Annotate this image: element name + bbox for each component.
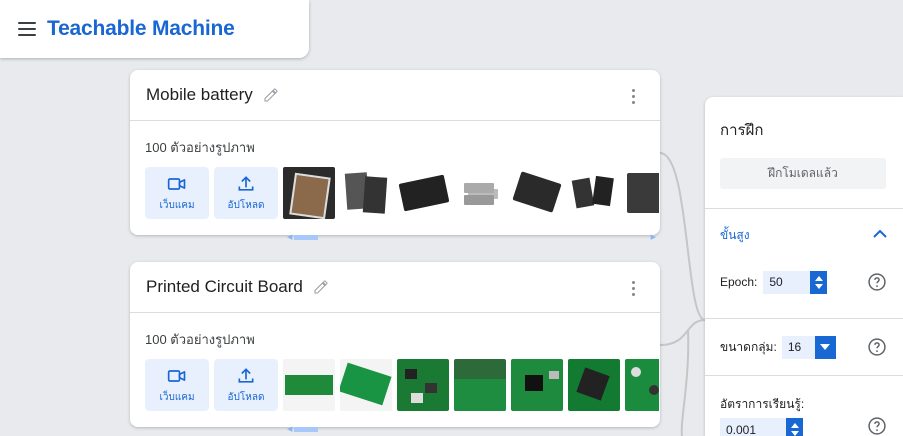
sample-thumbnail[interactable]: [340, 167, 392, 219]
sample-thumbnail[interactable]: [625, 359, 659, 411]
sample-thumbnail[interactable]: [397, 167, 449, 219]
learning-rate-stepper[interactable]: [786, 418, 803, 436]
class-card-header: Printed Circuit Board: [130, 262, 660, 313]
epoch-value: 50: [769, 275, 783, 289]
learning-rate-row: อัตราการเรียนรู้: 0.001: [705, 376, 903, 436]
class-card-header: Mobile battery: [130, 70, 660, 121]
sample-thumbnail[interactable]: [511, 167, 563, 219]
class-card-printed-circuit-board: Printed Circuit Board 100 ตัวอย่างรูปภาพ…: [130, 262, 660, 433]
sample-thumbnail[interactable]: [283, 359, 335, 411]
thumbnail-scrollbar[interactable]: ◀ ▶: [287, 233, 658, 241]
webcam-button[interactable]: เว็บแคม: [145, 359, 209, 411]
training-panel: การฝึก ฝึกโมเดลแล้ว ขั้นสูง Epoch: 50 ขน…: [705, 97, 903, 436]
upload-icon: [238, 367, 254, 383]
epoch-stepper[interactable]: [810, 270, 828, 294]
app-title[interactable]: Teachable Machine: [47, 17, 235, 41]
sample-thumbnail[interactable]: [568, 359, 620, 411]
sample-count: 100 ตัวอย่างรูปภาพ: [145, 332, 255, 347]
more-options-icon[interactable]: [632, 89, 636, 104]
class-name[interactable]: Printed Circuit Board: [146, 277, 303, 297]
learning-rate-label: อัตราการเรียนรู้:: [720, 397, 805, 411]
sample-thumbnail[interactable]: [283, 167, 335, 219]
sample-thumbnail[interactable]: [340, 359, 392, 411]
thumbnail-scrollbar[interactable]: ◀: [287, 425, 658, 433]
advanced-label: ขั้นสูง: [720, 227, 750, 242]
scrollbar-thumb[interactable]: [294, 235, 318, 240]
class-name[interactable]: Mobile battery: [146, 85, 253, 105]
webcam-label: เว็บแคม: [159, 391, 195, 403]
advanced-toggle[interactable]: ขั้นสูง: [705, 209, 903, 261]
learning-rate-input[interactable]: 0.001: [720, 418, 803, 436]
chevron-down-icon[interactable]: [814, 335, 836, 359]
sample-thumbnail[interactable]: [454, 359, 506, 411]
help-icon[interactable]: [867, 337, 887, 357]
upload-label: อัปโหลด: [227, 391, 265, 403]
epoch-label: Epoch:: [720, 275, 758, 289]
sample-thumbnail[interactable]: [454, 167, 506, 219]
sample-thumbnail[interactable]: [625, 167, 659, 219]
edit-pencil-icon[interactable]: [263, 87, 279, 103]
class-card-mobile-battery: Mobile battery 100 ตัวอย่างรูปภาพ เว็บแค…: [130, 70, 660, 241]
learning-rate-value: 0.001: [726, 422, 757, 436]
train-model-button[interactable]: ฝึกโมเดลแล้ว: [720, 158, 886, 189]
sample-count: 100 ตัวอย่างรูปภาพ: [145, 140, 255, 155]
scroll-left-icon[interactable]: ◀: [287, 233, 292, 241]
sample-thumbnail[interactable]: [397, 359, 449, 411]
menu-icon[interactable]: [18, 22, 36, 36]
video-camera-icon: [167, 369, 186, 382]
upload-label: อัปโหลด: [227, 199, 265, 211]
batch-size-row: ขนาดกลุ่ม: 16: [705, 319, 903, 375]
help-icon[interactable]: [867, 416, 887, 436]
sample-thumbnail[interactable]: [511, 359, 563, 411]
upload-icon: [238, 175, 254, 191]
video-camera-icon: [167, 177, 186, 190]
scroll-right-icon[interactable]: ▶: [651, 233, 656, 241]
upload-button[interactable]: อัปโหลด: [214, 167, 278, 219]
batch-size-select[interactable]: 16: [781, 335, 836, 359]
more-options-icon[interactable]: [632, 281, 636, 296]
webcam-button[interactable]: เว็บแคม: [145, 167, 209, 219]
upload-button[interactable]: อัปโหลด: [214, 359, 278, 411]
sample-thumbnails[interactable]: [283, 359, 659, 411]
chevron-up-icon: [873, 229, 887, 238]
scrollbar-thumb[interactable]: [294, 427, 318, 432]
batch-size-label: ขนาดกลุ่ม:: [720, 339, 777, 354]
epoch-input[interactable]: 50: [763, 270, 828, 294]
sample-thumbnails[interactable]: [283, 167, 659, 219]
scroll-left-icon[interactable]: ◀: [287, 425, 292, 433]
app-header: Teachable Machine: [0, 0, 309, 58]
help-icon[interactable]: [867, 272, 887, 292]
batch-size-value: 16: [787, 340, 802, 354]
webcam-label: เว็บแคม: [159, 199, 195, 211]
sample-thumbnail[interactable]: [568, 167, 620, 219]
edit-pencil-icon[interactable]: [313, 279, 329, 295]
training-title: การฝึก: [720, 122, 764, 139]
epoch-row: Epoch: 50: [705, 261, 903, 303]
